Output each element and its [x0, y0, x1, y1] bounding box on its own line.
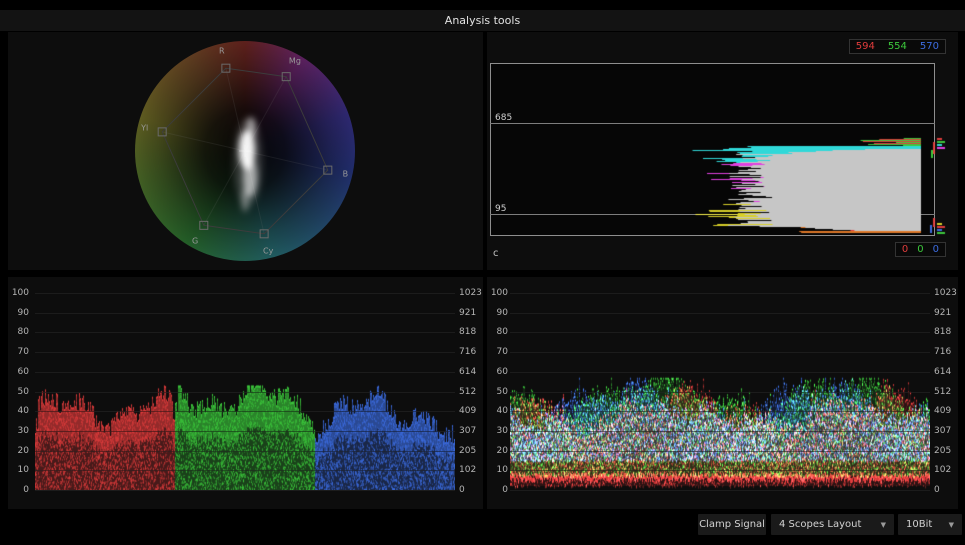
- scale-label-right: 205: [934, 445, 952, 456]
- scale-label-right: 409: [459, 406, 477, 417]
- chevron-down-icon: ▼: [880, 520, 886, 529]
- scale-label-left: 50: [17, 386, 29, 397]
- rgb-parade-panel: 100 90 80 70 60 50 40 30 20 10 0 1023 921 818 716 614 5…: [8, 277, 483, 509]
- scale-label-left: 100: [490, 288, 508, 298]
- histogram-canvas: [487, 32, 958, 270]
- bit-depth-value: 10Bit: [906, 519, 933, 530]
- scale-label-right: 1023: [934, 288, 957, 298]
- vectorscope-trace: [233, 117, 263, 212]
- scale-label-left: 0: [23, 485, 29, 495]
- scale-label-left: 90: [496, 307, 508, 318]
- min-value-green: 0: [917, 244, 924, 255]
- gridline: [35, 490, 455, 491]
- scale-label-left: 10: [17, 465, 29, 476]
- scale-label-left: 100: [11, 288, 29, 298]
- scale-label-right: 1023: [459, 288, 482, 298]
- gridline: [510, 490, 930, 491]
- scopes-layout-value: 4 Scopes Layout: [779, 519, 862, 530]
- max-value-red: 594: [855, 41, 875, 52]
- scale-label-left: 80: [496, 327, 508, 338]
- scale-label-right: 716: [934, 347, 952, 358]
- scale-label-right: 0: [934, 485, 940, 495]
- max-value-blue: 570: [919, 41, 939, 52]
- scale-label-left: 70: [496, 347, 508, 358]
- scale-label-left: 30: [17, 425, 29, 436]
- scale-label-right: 512: [934, 386, 952, 397]
- scale-label-left: 20: [496, 445, 508, 456]
- vectorscope-panel: R Mg B Cy G Yl: [8, 32, 483, 270]
- chevron-down-icon: ▼: [948, 520, 954, 529]
- scale-label-right: 205: [459, 445, 477, 456]
- scale-label-right: 614: [934, 366, 952, 377]
- scale-label-right: 512: [459, 386, 477, 397]
- waveform-canvas: [510, 293, 930, 490]
- window-title: Analysis tools: [444, 14, 521, 27]
- scale-label-right: 307: [459, 425, 477, 436]
- scale-label-left: 60: [17, 366, 29, 377]
- parade-left-scale: 100 90 80 70 60 50 40 30 20 10 0: [8, 277, 31, 509]
- histogram-min-values: 0 0 0: [894, 242, 946, 257]
- bit-depth-dropdown[interactable]: 10Bit ▼: [898, 514, 962, 535]
- clamp-signal-button[interactable]: Clamp Signal: [698, 514, 766, 535]
- min-value-blue: 0: [932, 244, 939, 255]
- scale-label-left: 50: [496, 386, 508, 397]
- histogram-upper-label: 685: [495, 113, 513, 123]
- scale-label-right: 307: [934, 425, 952, 436]
- scopes-layout-dropdown[interactable]: 4 Scopes Layout ▼: [771, 514, 894, 535]
- vectorscope-target-label: Yl: [141, 123, 149, 133]
- vectorscope-target-label: R: [219, 46, 225, 56]
- scale-label-left: 30: [496, 425, 508, 436]
- scale-label-right: 921: [459, 307, 477, 318]
- scale-label-right: 102: [934, 465, 952, 476]
- scale-label-left: 0: [502, 485, 508, 495]
- max-value-green: 554: [887, 41, 907, 52]
- vectorscope-target-label: Mg: [288, 56, 301, 66]
- scale-label-right: 409: [934, 406, 952, 417]
- scale-label-left: 70: [17, 347, 29, 358]
- histogram-corner-label: c: [493, 248, 499, 259]
- scale-label-left: 40: [496, 406, 508, 417]
- scale-label-left: 20: [17, 445, 29, 456]
- scale-label-right: 614: [459, 366, 477, 377]
- rgb-parade-canvas: [35, 293, 455, 490]
- scale-label-right: 818: [934, 327, 952, 338]
- scale-label-right: 716: [459, 347, 477, 358]
- histogram-max-values: 594 554 570: [848, 39, 946, 54]
- scale-label-left: 90: [17, 307, 29, 318]
- gridline: [510, 490, 930, 491]
- waveform-panel: 100 90 80 70 60 50 40 30 20 10 0 1023 921 818 716 614 5…: [487, 277, 958, 509]
- scale-label-left: 60: [496, 366, 508, 377]
- histogram-lower-label: 95: [495, 204, 507, 214]
- scale-label-right: 818: [459, 327, 477, 338]
- titlebar: Analysis tools: [0, 10, 965, 31]
- waveform-left-scale: 100 90 80 70 60 50 40 30 20 10 0: [487, 277, 510, 509]
- scale-label-left: 80: [17, 327, 29, 338]
- parade-right-scale: 1023 921 818 716 614 512 409 307 205 102 0: [458, 277, 484, 509]
- vectorscope-target-label: G: [191, 236, 199, 246]
- histogram-panel: 685 95 c 594 554 570 0 0 0: [487, 32, 958, 270]
- scale-label-left: 10: [496, 465, 508, 476]
- scale-label-left: 40: [17, 406, 29, 417]
- gridline: [35, 490, 455, 491]
- vectorscope-target-label: B: [342, 169, 349, 179]
- min-value-red: 0: [901, 244, 909, 255]
- analysis-tools-window: Analysis tools R Mg B Cy G Yl 685 95 c 594 55…: [0, 0, 965, 545]
- vectorscope-target-label: Cy: [262, 246, 274, 256]
- scale-label-right: 102: [459, 465, 477, 476]
- scale-label-right: 921: [934, 307, 952, 318]
- scale-label-right: 0: [459, 485, 465, 495]
- waveform-right-scale: 1023 921 818 716 614 512 409 307 205 102 0: [933, 277, 959, 509]
